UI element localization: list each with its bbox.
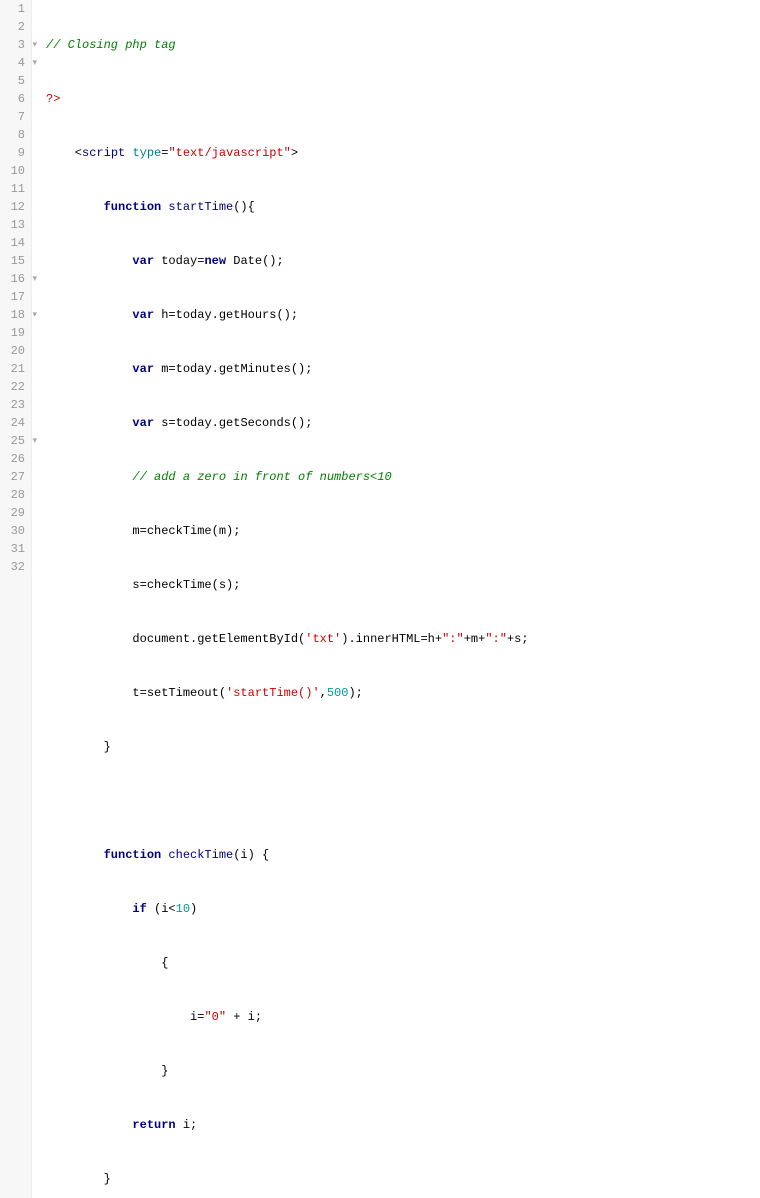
line-number: 22 [4, 378, 25, 396]
code-content[interactable]: // Closing php tag ?> <script type="text… [32, 0, 586, 1198]
line-number: 24 [4, 414, 25, 432]
keyword: var [132, 416, 154, 430]
text: ) [190, 902, 197, 916]
line-number: 19 [4, 324, 25, 342]
text [46, 470, 132, 484]
keyword: if [132, 902, 146, 916]
text [46, 848, 104, 862]
text: ).innerHTML=h+ [341, 632, 442, 646]
text: { [46, 956, 168, 970]
text: + i; [226, 1010, 262, 1024]
comment: // add a zero in front of numbers<10 [132, 470, 391, 484]
keyword: new [204, 254, 226, 268]
tag: script [82, 146, 125, 160]
number: 10 [176, 902, 190, 916]
text [46, 308, 132, 322]
keyword: return [132, 1118, 175, 1132]
line-number: 29 [4, 504, 25, 522]
text [46, 362, 132, 376]
text: Date(); [226, 254, 284, 268]
text [46, 416, 132, 430]
line-number: 6 [4, 90, 25, 108]
line-number: 18 [4, 306, 25, 324]
string: "text/javascript" [168, 146, 290, 160]
string: 'txt' [305, 632, 341, 646]
line-number: 23 [4, 396, 25, 414]
text [46, 1118, 132, 1132]
string: 'startTime()' [226, 686, 320, 700]
line-number: 31 [4, 540, 25, 558]
fn-name: checkTime [161, 848, 233, 862]
line-number: 28 [4, 486, 25, 504]
text [46, 254, 132, 268]
line-number: 10 [4, 162, 25, 180]
line-number: 11 [4, 180, 25, 198]
line-number: 32 [4, 558, 25, 576]
keyword: var [132, 254, 154, 268]
line-number: 16 [4, 270, 25, 288]
text: } [46, 1172, 111, 1186]
string: ":" [485, 632, 507, 646]
line-number: 15 [4, 252, 25, 270]
text: t=setTimeout( [46, 686, 226, 700]
line-number: 30 [4, 522, 25, 540]
line-number: 27 [4, 468, 25, 486]
keyword: function [104, 200, 162, 214]
text: > [291, 146, 298, 160]
string: "0" [204, 1010, 226, 1024]
line-number: 21 [4, 360, 25, 378]
line-number: 3 [4, 36, 25, 54]
line-number: 9 [4, 144, 25, 162]
attr: type [132, 146, 161, 160]
text: m=checkTime(m); [46, 524, 240, 538]
text: s=today.getSeconds(); [154, 416, 312, 430]
fn-name: startTime [161, 200, 233, 214]
line-number: 17 [4, 288, 25, 306]
text: (i< [147, 902, 176, 916]
keyword: function [104, 848, 162, 862]
keyword: var [132, 362, 154, 376]
line-number: 12 [4, 198, 25, 216]
keyword: var [132, 308, 154, 322]
line-number: 20 [4, 342, 25, 360]
comment: // Closing php tag [46, 38, 176, 52]
text: document.getElementById( [46, 632, 305, 646]
text: +m+ [464, 632, 486, 646]
line-number: 26 [4, 450, 25, 468]
text: ); [348, 686, 362, 700]
text: h=today.getHours(); [154, 308, 298, 322]
text: , [320, 686, 327, 700]
text: (i) { [233, 848, 269, 862]
text: i= [46, 1010, 204, 1024]
text: (){ [233, 200, 255, 214]
text: i; [176, 1118, 198, 1132]
code-editor: 1234567891011121314151617181920212223242… [0, 0, 760, 1198]
number: 500 [327, 686, 349, 700]
line-number: 13 [4, 216, 25, 234]
text: today= [154, 254, 204, 268]
text: } [46, 740, 111, 754]
line-number-gutter: 1234567891011121314151617181920212223242… [0, 0, 32, 1198]
text: +s; [507, 632, 529, 646]
text [46, 200, 104, 214]
line-number: 8 [4, 126, 25, 144]
line-number: 2 [4, 18, 25, 36]
text: m=today.getMinutes(); [154, 362, 312, 376]
text: s=checkTime(s); [46, 578, 240, 592]
line-number: 14 [4, 234, 25, 252]
line-number: 1 [4, 0, 25, 18]
line-number: 7 [4, 108, 25, 126]
line-number: 4 [4, 54, 25, 72]
text [46, 902, 132, 916]
text: < [46, 146, 82, 160]
php-close: ?> [46, 92, 60, 106]
text: } [46, 1064, 168, 1078]
line-number: 5 [4, 72, 25, 90]
line-number: 25 [4, 432, 25, 450]
string: ":" [442, 632, 464, 646]
